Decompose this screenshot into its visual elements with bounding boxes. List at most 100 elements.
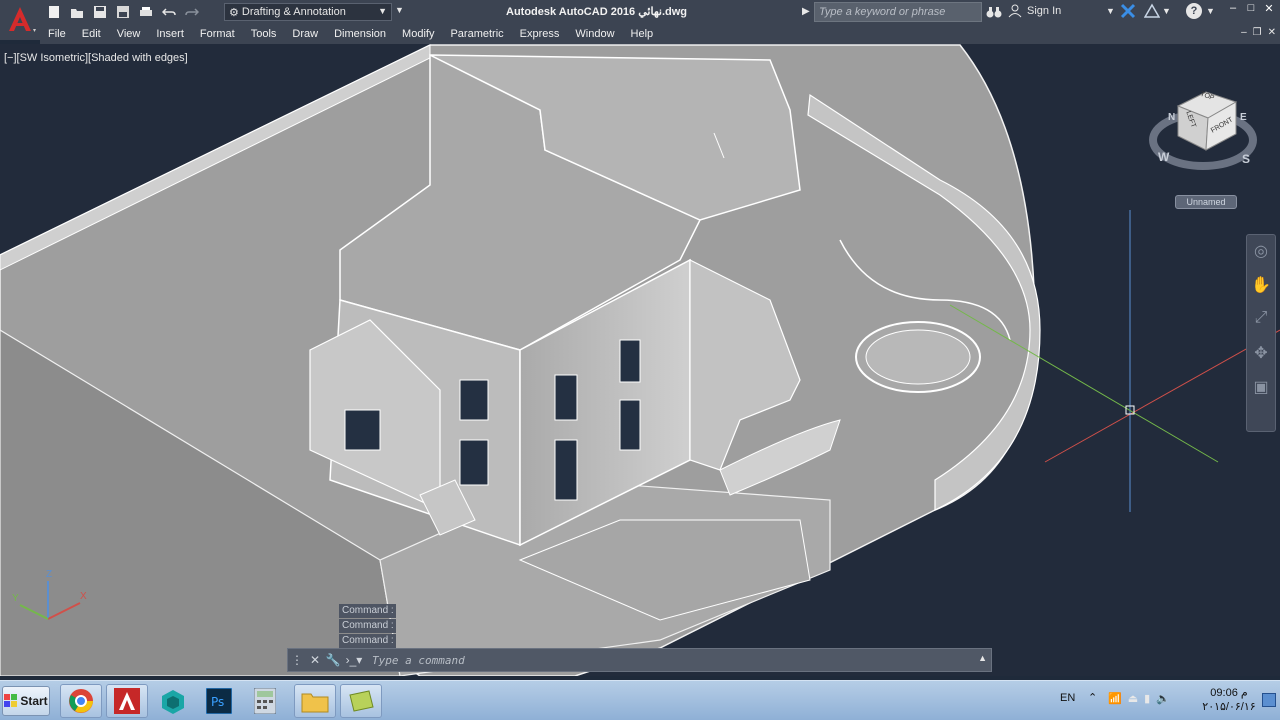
chrome-taskbar-icon[interactable]: [60, 684, 102, 718]
window-controls: – □ ✕: [1226, 2, 1276, 16]
grip-handle-icon[interactable]: ⋮: [288, 653, 306, 667]
title-bar: ⚙ Drafting & Annotation ▼ ▼ Autodesk Aut…: [0, 0, 1280, 40]
showmotion-icon[interactable]: ▣: [1250, 377, 1272, 399]
sign-in-dropdown-icon[interactable]: ▼: [1106, 6, 1115, 16]
exchange-x-icon[interactable]: [1120, 3, 1136, 22]
command-history-line: Command :: [339, 604, 396, 618]
open-folder-icon[interactable]: [67, 3, 87, 21]
menu-file[interactable]: File: [40, 25, 74, 44]
menu-window[interactable]: Window: [567, 25, 622, 44]
command-history-line: Command :: [339, 634, 396, 648]
clock-time: 09:06 م: [1210, 687, 1248, 699]
application-menu-button[interactable]: [0, 0, 40, 40]
menu-parametric[interactable]: Parametric: [442, 25, 511, 44]
menu-draw[interactable]: Draw: [284, 25, 326, 44]
usb-tray-icon[interactable]: ⏏: [1128, 692, 1138, 705]
binoculars-icon[interactable]: [986, 4, 1002, 23]
menu-dimension[interactable]: Dimension: [326, 25, 394, 44]
calculator-taskbar-icon[interactable]: [244, 684, 286, 718]
plot-icon[interactable]: [136, 3, 156, 21]
viewcube[interactable]: TOP LEFT FRONT W S N E: [1148, 84, 1258, 174]
help-dropdown-icon[interactable]: ▼: [1206, 6, 1215, 16]
language-indicator[interactable]: EN: [1060, 692, 1075, 704]
start-label: Start: [20, 694, 48, 708]
system-clock[interactable]: 09:06 م ۲۰۱۵/۰۶/۱۶: [1200, 686, 1258, 714]
x-axis-label: X: [80, 591, 87, 602]
start-button[interactable]: Start: [2, 686, 50, 716]
maximize-icon[interactable]: □: [1244, 2, 1258, 16]
window-title: Autodesk AutoCAD 2016 نهائي.dwg: [506, 6, 688, 18]
menu-format[interactable]: Format: [192, 25, 243, 44]
svg-text:Ps: Ps: [211, 695, 224, 709]
orbit-icon[interactable]: ✥: [1250, 343, 1272, 365]
workspace-dropdown[interactable]: ⚙ Drafting & Annotation ▼: [224, 3, 392, 21]
ucs-axis-icon: Z X Y: [8, 569, 92, 629]
a360-icon[interactable]: [1143, 3, 1161, 22]
help-icon[interactable]: ?: [1186, 3, 1202, 19]
compass-north[interactable]: N: [1168, 112, 1175, 123]
notes-taskbar-icon[interactable]: [340, 684, 382, 718]
autocad-logo-icon: [9, 7, 36, 32]
new-file-icon[interactable]: [44, 3, 64, 21]
volume-tray-icon[interactable]: 🔈: [1156, 692, 1170, 705]
menu-edit[interactable]: Edit: [74, 25, 109, 44]
windows-logo-icon: [4, 694, 18, 707]
save-as-icon[interactable]: [113, 3, 133, 21]
workspace-label: Drafting & Annotation: [241, 6, 346, 18]
menu-bar: File Edit View Insert Format Tools Draw …: [40, 25, 1280, 44]
system-tray: 📶 ⏏ ▮ 🔈: [1108, 692, 1170, 705]
network-tray-icon[interactable]: 📶: [1108, 692, 1122, 705]
save-icon[interactable]: [90, 3, 110, 21]
gear-icon: ⚙: [229, 6, 239, 19]
y-axis-label: Y: [12, 593, 19, 604]
expand-search-icon[interactable]: ▶: [802, 6, 810, 17]
ucs-menu[interactable]: Unnamed: [1175, 195, 1237, 209]
show-hidden-icons[interactable]: ⌃: [1088, 691, 1097, 704]
customize-qat-icon[interactable]: ▼: [395, 5, 404, 15]
command-line: ⋮ ✕ 🔧 ›_▾ Type a command ▲: [287, 648, 992, 672]
z-axis-label: Z: [46, 569, 53, 580]
user-icon: [1008, 4, 1022, 21]
search-input[interactable]: Type a keyword or phrase: [814, 2, 982, 22]
steering-wheel-icon[interactable]: ◎: [1250, 241, 1272, 263]
3d-house-model: [0, 44, 1280, 676]
viewport-controls-label[interactable]: [−][SW Isometric][Shaded with edges]: [4, 52, 188, 64]
close-icon[interactable]: ✕: [1262, 2, 1276, 16]
menu-insert[interactable]: Insert: [148, 25, 192, 44]
minimize-icon[interactable]: –: [1226, 2, 1240, 16]
drawing-close-icon[interactable]: ✕: [1268, 27, 1276, 38]
command-input[interactable]: Type a command: [372, 654, 465, 667]
close-command-line-icon[interactable]: ✕: [306, 653, 324, 667]
autocad-window: ⚙ Drafting & Annotation ▼ ▼ Autodesk Aut…: [0, 0, 1280, 720]
command-history-toggle-icon[interactable]: ▲: [978, 653, 987, 663]
navigation-bar: ◎ ✋ ⤢ ✥ ▣: [1246, 234, 1276, 432]
compass-east[interactable]: E: [1240, 112, 1247, 123]
drawing-restore-icon[interactable]: ❐: [1253, 27, 1262, 38]
command-prompt-icon[interactable]: ›_▾: [342, 653, 366, 667]
a360-dropdown-icon[interactable]: ▼: [1162, 6, 1171, 16]
chevron-down-icon: ▼: [378, 6, 387, 16]
battery-tray-icon[interactable]: ▮: [1144, 692, 1150, 705]
redo-icon[interactable]: [182, 3, 202, 21]
pan-hand-icon[interactable]: ✋: [1250, 275, 1272, 297]
windows-taskbar: Start Ps EN ⌃ 📶 ⏏ ▮ 🔈 09:06 م ۲۰۱۵/۰۶/۱۶: [0, 680, 1280, 720]
drawing-window-controls: – ❐ ✕: [1241, 27, 1276, 38]
autocad-taskbar-icon[interactable]: [106, 684, 148, 718]
zoom-extents-icon[interactable]: ⤢: [1250, 309, 1272, 331]
compass-south[interactable]: S: [1242, 152, 1250, 166]
compass-west[interactable]: W: [1158, 150, 1169, 164]
3dsmax-taskbar-icon[interactable]: [152, 684, 194, 718]
menu-modify[interactable]: Modify: [394, 25, 442, 44]
sign-in-button[interactable]: Sign In: [1027, 5, 1061, 17]
photoshop-taskbar-icon[interactable]: Ps: [198, 684, 240, 718]
customize-wrench-icon[interactable]: 🔧: [324, 653, 342, 667]
drawing-minimize-icon[interactable]: –: [1241, 27, 1247, 38]
menu-help[interactable]: Help: [623, 25, 662, 44]
menu-tools[interactable]: Tools: [243, 25, 285, 44]
undo-icon[interactable]: [159, 3, 179, 21]
drawing-viewport[interactable]: [−][SW Isometric][Shaded with edges] TOP…: [0, 44, 1280, 676]
show-desktop-icon[interactable]: [1262, 693, 1276, 707]
menu-view[interactable]: View: [109, 25, 149, 44]
explorer-taskbar-icon[interactable]: [294, 684, 336, 718]
menu-express[interactable]: Express: [512, 25, 568, 44]
